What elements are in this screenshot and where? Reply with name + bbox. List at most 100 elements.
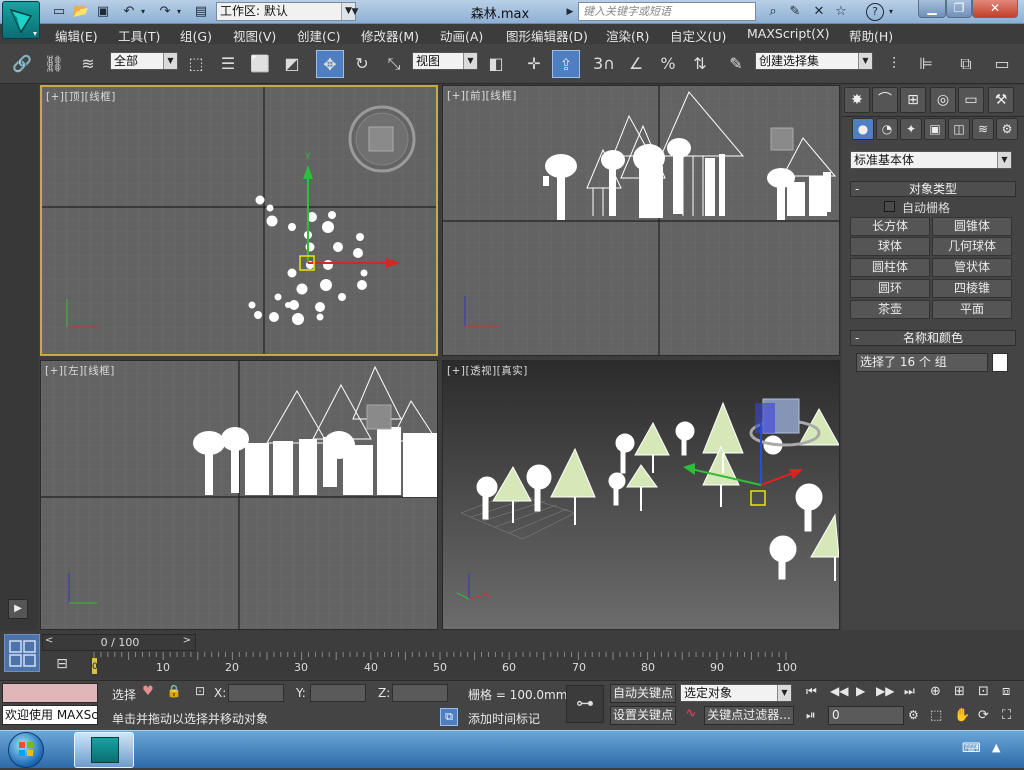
- undo-icon[interactable]: ↶: [120, 3, 138, 21]
- cone-button[interactable]: 圆锥体: [932, 217, 1012, 236]
- menu-item[interactable]: 自定义(U): [670, 26, 726, 45]
- viewport-label[interactable]: [+][前][线框]: [447, 88, 517, 103]
- space-warps-icon[interactable]: ≋: [972, 118, 994, 140]
- helpers-icon[interactable]: ◫: [948, 118, 970, 140]
- play-icon[interactable]: ▶: [856, 684, 865, 698]
- viewport-perspective[interactable]: [+][透视][真实]: [442, 360, 840, 630]
- time-slider[interactable]: < 0 / 100 >: [42, 634, 196, 651]
- viewport-front[interactable]: [+][前][线框]: [442, 85, 840, 356]
- subscription-icon[interactable]: ✎: [786, 3, 804, 21]
- layer-manager-icon[interactable]: ⧉: [952, 50, 980, 78]
- key-mode-dropdown[interactable]: 选定对象 ▼: [680, 684, 792, 702]
- key-icon[interactable]: ⊶: [566, 685, 604, 723]
- minimize-button[interactable]: ▁: [918, 0, 946, 18]
- mirror-icon[interactable]: ⫶: [880, 50, 908, 78]
- maxscript-listener-top[interactable]: [2, 683, 98, 703]
- snaps-toggle-icon[interactable]: 3∩: [590, 50, 618, 78]
- selection-filter-dropdown[interactable]: 全部 ▼: [110, 52, 178, 70]
- plane-button[interactable]: 平面: [932, 300, 1012, 319]
- menu-item[interactable]: 工具(T): [118, 26, 160, 45]
- isolate-selection-icon[interactable]: ♥: [140, 684, 156, 700]
- keyboard-shortcut-override-icon[interactable]: ⇪: [552, 50, 580, 78]
- primitive-category-dropdown[interactable]: 标准基本体 ▼: [850, 151, 1012, 169]
- selection-lock-icon[interactable]: 🔒: [166, 684, 182, 700]
- maximize-viewport-icon[interactable]: ⛶: [1002, 708, 1011, 723]
- select-and-link-icon[interactable]: 🔗: [8, 50, 36, 78]
- set-key-button[interactable]: 设置关键点: [610, 706, 676, 725]
- help-icon[interactable]: ?: [866, 3, 884, 21]
- zoom-extents-icon[interactable]: ⊡: [978, 684, 989, 699]
- modify-tab-icon[interactable]: ⌒: [872, 87, 898, 113]
- search-expand-icon[interactable]: ▶: [564, 3, 576, 21]
- systems-icon[interactable]: ⚙: [996, 118, 1018, 140]
- select-and-rotate-icon[interactable]: ↻: [348, 50, 376, 78]
- app-logo[interactable]: [2, 1, 40, 39]
- viewport-top[interactable]: Y [+][顶][线框]: [40, 85, 438, 356]
- tube-button[interactable]: 管状体: [932, 258, 1012, 277]
- autogrid-checkbox[interactable]: [884, 201, 895, 212]
- absolute-mode-icon[interactable]: ⊡: [192, 684, 208, 700]
- viewport-label[interactable]: [+][左][线框]: [45, 363, 115, 378]
- create-tab-icon[interactable]: ✸: [844, 87, 870, 113]
- save-file-icon[interactable]: ▣: [94, 3, 112, 21]
- add-time-tag-label[interactable]: 添加时间标记: [468, 710, 540, 727]
- window-crossing-icon[interactable]: ◩: [278, 50, 306, 78]
- torus-button[interactable]: 圆环: [850, 279, 930, 298]
- field-of-view-icon[interactable]: ⬚: [930, 708, 942, 723]
- cameras-icon[interactable]: ▣: [924, 118, 946, 140]
- undo-dropdown-icon[interactable]: ▾: [138, 3, 148, 21]
- menu-item[interactable]: MAXScript(X): [747, 26, 829, 41]
- quick-access-dropdown-icon[interactable]: ▼: [346, 3, 364, 21]
- pyramid-button[interactable]: 四棱锥: [932, 279, 1012, 298]
- viewport-layout-icon[interactable]: [4, 634, 40, 672]
- zoom-all-icon[interactable]: ⊞: [954, 684, 965, 699]
- shapes-icon[interactable]: ◔: [876, 118, 898, 140]
- mini-curve-editor-icon[interactable]: ⊟: [50, 656, 74, 674]
- reference-coordinate-dropdown[interactable]: 视图 ▼: [412, 52, 478, 70]
- percent-snap-icon[interactable]: %: [654, 50, 682, 78]
- angle-snap-icon[interactable]: ∠: [622, 50, 650, 78]
- object-color-swatch[interactable]: [992, 353, 1008, 372]
- maxscript-listener-bottom[interactable]: 欢迎使用 MAXSc: [2, 705, 98, 725]
- favorites-icon[interactable]: ☆: [832, 3, 850, 21]
- project-folder-icon[interactable]: ▤: [192, 3, 210, 21]
- menu-item[interactable]: 编辑(E): [55, 26, 98, 45]
- previous-frame-icon[interactable]: ◀◀: [830, 684, 848, 698]
- lights-icon[interactable]: ✦: [900, 118, 922, 140]
- motion-tab-icon[interactable]: ◎: [930, 87, 956, 113]
- go-to-end-icon[interactable]: ⏭: [904, 684, 915, 699]
- pan-view-icon[interactable]: ✋: [954, 708, 970, 723]
- zoom-extents-all-icon[interactable]: ⧈: [1002, 684, 1010, 699]
- orbit-icon[interactable]: ⟳: [978, 708, 989, 723]
- edit-named-selection-icon[interactable]: ✎: [722, 50, 750, 78]
- named-selection-dropdown[interactable]: 创建选择集 ▼: [755, 52, 873, 70]
- bind-space-warp-icon[interactable]: ≋: [74, 50, 102, 78]
- tray-expand-icon[interactable]: ▲: [992, 741, 1000, 754]
- start-button[interactable]: [8, 732, 44, 768]
- align-icon[interactable]: ⊫: [912, 50, 940, 78]
- viewport-label[interactable]: [+][透视][真实]: [447, 363, 528, 378]
- select-and-move-icon[interactable]: ✥: [316, 50, 344, 78]
- z-coordinate-field[interactable]: [392, 684, 448, 702]
- slider-next-icon[interactable]: >: [183, 635, 191, 646]
- spinner-snap-icon[interactable]: ⇅: [686, 50, 714, 78]
- expand-ribbon-icon[interactable]: ▶: [8, 599, 28, 619]
- zoom-icon[interactable]: ⊕: [930, 684, 941, 699]
- time-configuration-icon[interactable]: ⚙: [908, 708, 919, 722]
- workspace-dropdown[interactable]: 工作区: 默认 ▼: [216, 2, 356, 21]
- cylinder-button[interactable]: 圆柱体: [850, 258, 930, 277]
- select-and-scale-icon[interactable]: ⤡: [380, 50, 408, 78]
- teapot-button[interactable]: 茶壶: [850, 300, 930, 319]
- new-file-icon[interactable]: ▭: [50, 3, 68, 21]
- go-to-start-icon[interactable]: ⏮: [806, 684, 817, 699]
- next-frame-icon[interactable]: ▶▶: [876, 684, 894, 698]
- menu-item[interactable]: 修改器(M): [361, 26, 419, 45]
- keyword-search-input[interactable]: 键入关键字或短语: [578, 2, 756, 21]
- object-name-field[interactable]: 选择了 16 个 组: [856, 353, 988, 372]
- x-coordinate-field[interactable]: [228, 684, 284, 702]
- hierarchy-tab-icon[interactable]: ⊞: [900, 87, 926, 113]
- graphite-tools-icon[interactable]: ▭: [988, 50, 1016, 78]
- menu-item[interactable]: 帮助(H): [849, 26, 893, 45]
- select-by-name-icon[interactable]: ☰: [214, 50, 242, 78]
- redo-dropdown-icon[interactable]: ▾: [174, 3, 184, 21]
